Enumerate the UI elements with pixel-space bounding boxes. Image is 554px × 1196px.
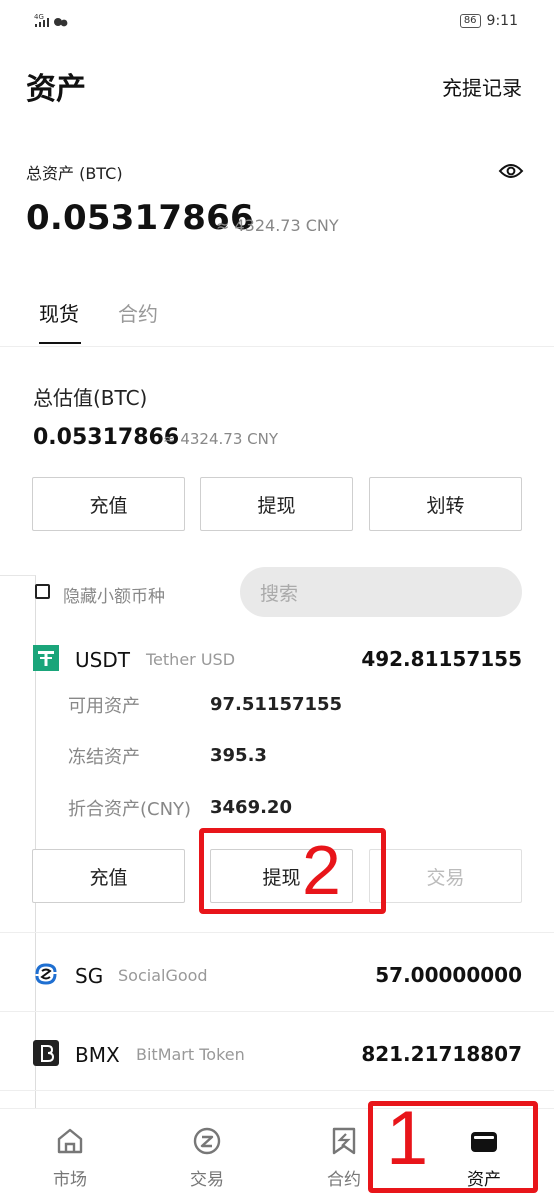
records-link[interactable]: 充提记录 (442, 72, 522, 101)
divider (0, 1090, 554, 1091)
battery-icon: 86 (459, 14, 481, 28)
tab-spot[interactable]: 现货 (39, 298, 79, 327)
deposit-button[interactable]: 充值 (32, 477, 185, 531)
socialgood-icon (35, 963, 57, 985)
left-edge-rule (0, 575, 36, 1196)
cny-equivalent-value: 3469.20 (210, 797, 292, 818)
coin-name: SocialGood (118, 966, 208, 985)
divider (0, 346, 554, 347)
hide-small-label[interactable]: 隐藏小额币种 (63, 582, 165, 607)
available-label: 可用资产 (68, 696, 140, 717)
estimate-label: 总估值(BTC) (33, 386, 148, 410)
frozen-value: 395.3 (210, 745, 267, 766)
status-right: 86 9:11 (459, 12, 518, 30)
coin-symbol: USDT (75, 648, 130, 672)
usdt-deposit-button[interactable]: 充值 (32, 849, 185, 903)
estimate-cny: ≈ 4324.73 CNY (163, 430, 278, 448)
divider (0, 1011, 554, 1012)
coin-name: Tether USD (146, 650, 236, 669)
eye-icon[interactable] (498, 161, 524, 181)
total-assets-label: 总资产 (BTC) (26, 164, 123, 183)
search-input[interactable]: 搜索 (240, 567, 522, 617)
nav-trade[interactable]: 交易 (157, 1109, 257, 1196)
network-type: 4G (34, 13, 44, 21)
annotation-number-2: 2 (302, 831, 341, 909)
coin-symbol: BMX (75, 1043, 120, 1067)
tab-contract[interactable]: 合约 (118, 298, 158, 327)
cny-equivalent-label: 折合资产(CNY) (68, 799, 192, 820)
signal-icon: 4G (34, 13, 68, 27)
hide-small-checkbox[interactable] (35, 584, 50, 599)
transfer-button[interactable]: 划转 (369, 477, 522, 531)
coin-symbol: SG (75, 964, 104, 988)
frozen-label: 冻结资产 (68, 747, 140, 768)
clock: 9:11 (486, 13, 518, 29)
annotation-number-1: 1 (386, 1096, 429, 1181)
status-bar: 4G 86 9:11 (0, 0, 554, 40)
total-assets-cny: ≈ 4324.73 CNY (216, 216, 339, 235)
page-title: 资产 (26, 72, 86, 107)
trade-icon (193, 1127, 221, 1155)
tab-active-indicator (39, 342, 81, 344)
bitmart-icon (33, 1040, 59, 1066)
coin-name: BitMart Token (136, 1045, 245, 1064)
usdt-icon (33, 645, 59, 671)
search-placeholder: 搜索 (260, 583, 299, 605)
contract-icon (332, 1127, 356, 1155)
withdraw-button[interactable]: 提现 (200, 477, 353, 531)
coin-balance: 492.81157155 (361, 647, 522, 671)
annotation-box-withdraw (199, 828, 386, 914)
nav-label: 交易 (190, 1170, 224, 1190)
usdt-trade-button[interactable]: 交易 (369, 849, 522, 903)
coin-balance: 821.21718807 (361, 1042, 522, 1066)
coin-balance: 57.00000000 (375, 963, 522, 987)
nav-market[interactable]: 市场 (20, 1109, 120, 1196)
home-icon (57, 1128, 83, 1154)
available-value: 97.51157155 (210, 694, 343, 715)
estimate-value: 0.05317866 (33, 425, 180, 450)
divider (0, 932, 554, 933)
nav-label: 市场 (53, 1170, 87, 1190)
